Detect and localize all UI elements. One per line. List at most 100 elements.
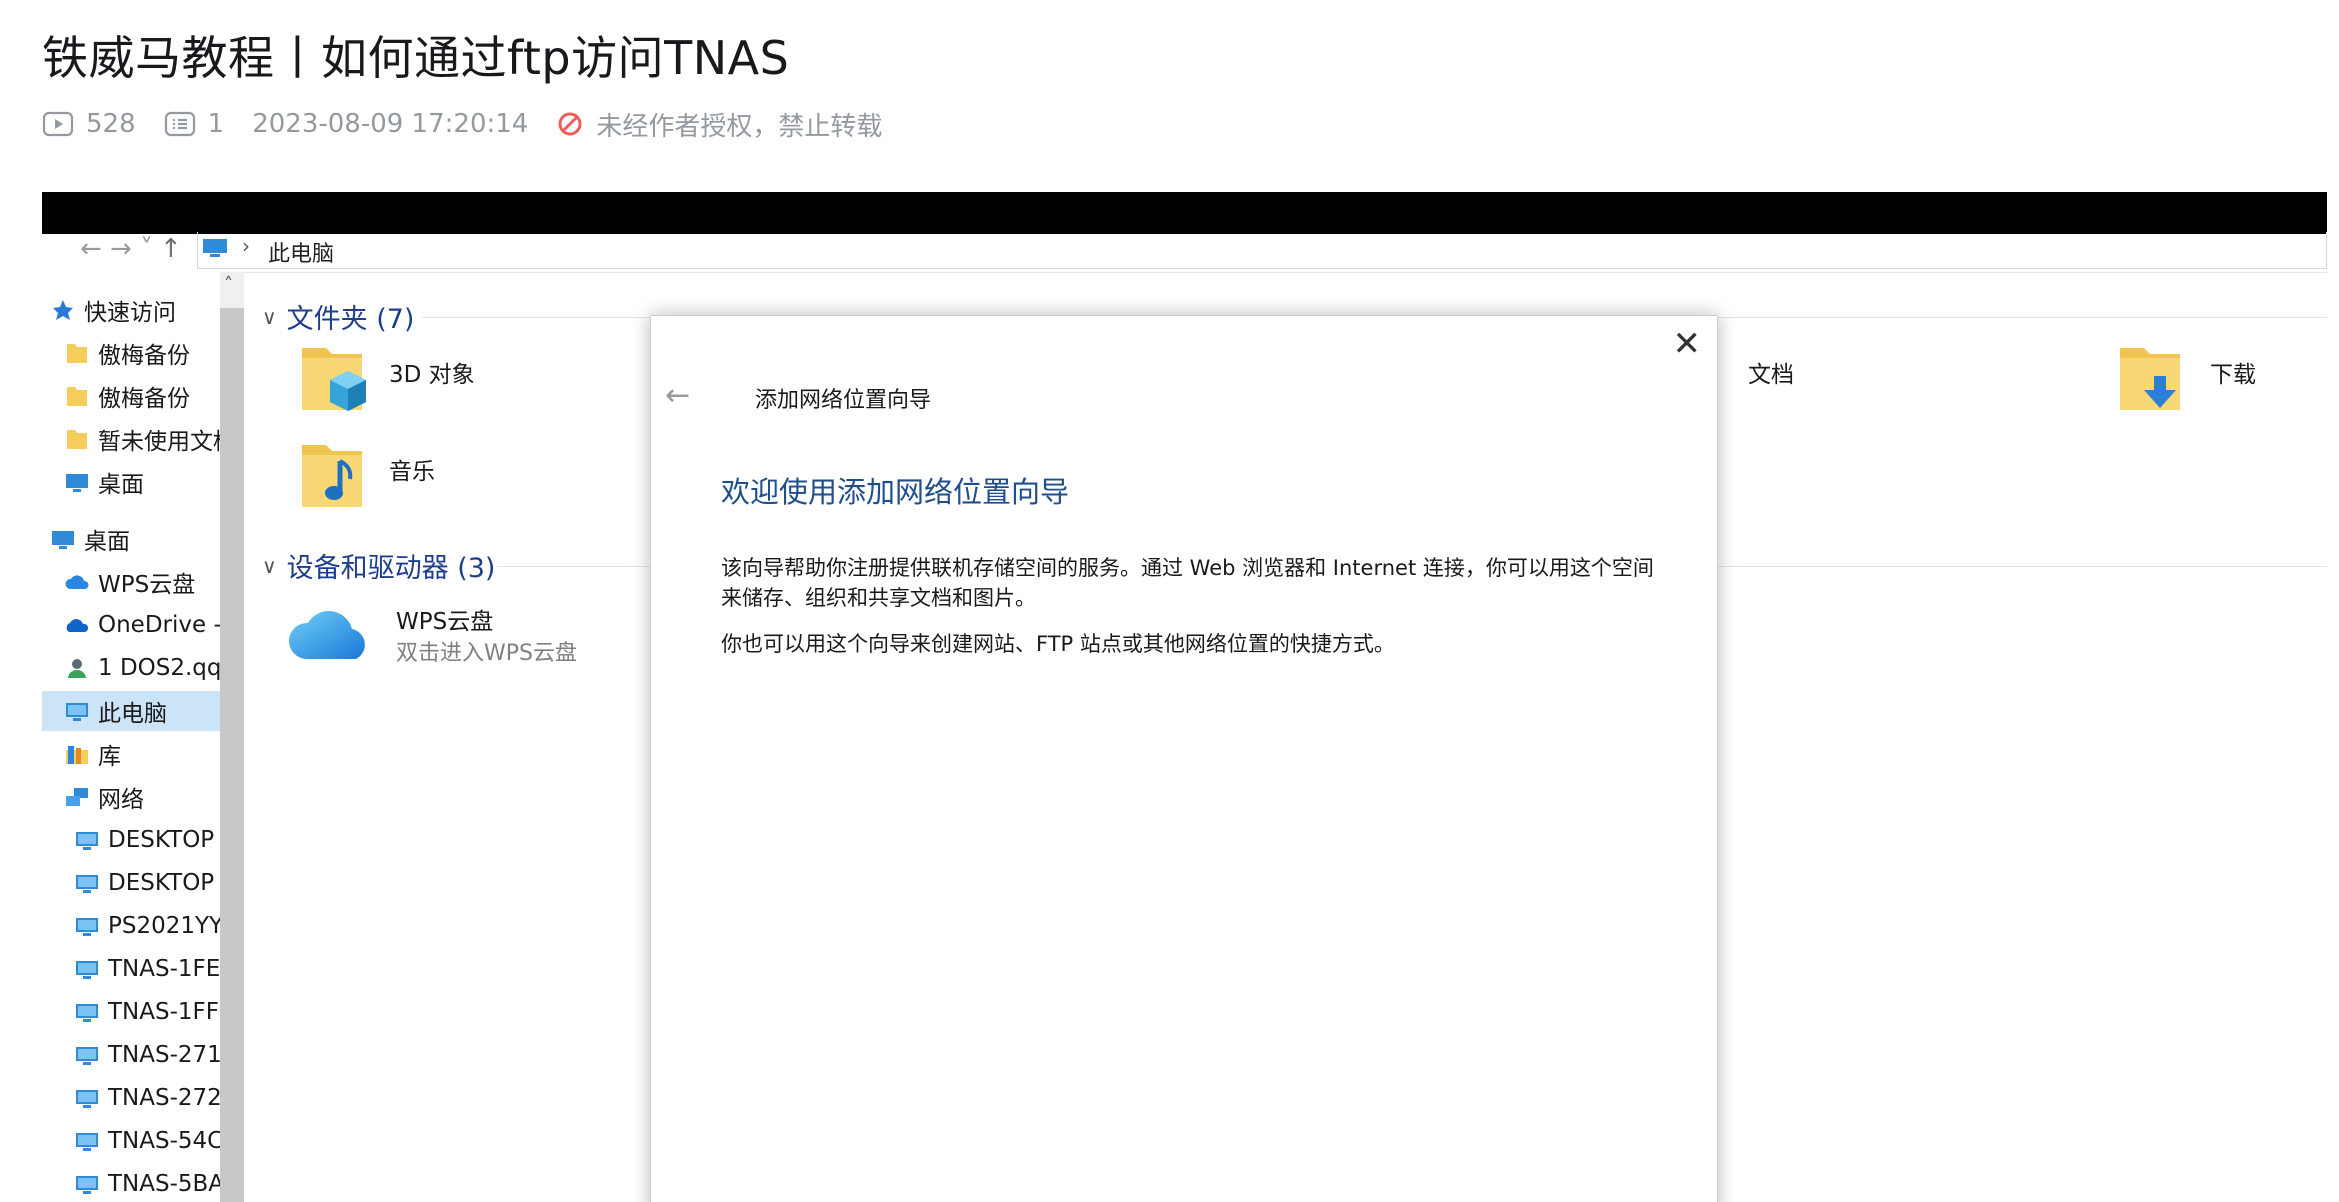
- sidebar-item[interactable]: 快速访问: [42, 290, 228, 330]
- close-icon[interactable]: ✕: [1673, 324, 1702, 364]
- sidebar-item[interactable]: 桌面: [42, 462, 242, 502]
- sidebar-item[interactable]: WPS云盘: [42, 562, 242, 602]
- sidebar-item-label: 网络: [98, 787, 144, 813]
- copyright-notice: 未经作者授权，禁止转载: [556, 106, 882, 143]
- sidebar-item-label: WPS云盘: [98, 572, 196, 598]
- folders-group-header[interactable]: ∨ 文件夹 (7): [262, 297, 414, 336]
- view-count-text: 528: [86, 109, 136, 139]
- music-folder-icon: [302, 445, 362, 507]
- sidebar-item[interactable]: 傲梅备份: [42, 333, 242, 373]
- cloud-icon: [65, 575, 89, 589]
- sidebar-item-label: 桌面: [98, 472, 144, 498]
- sidebar-item-label: 桌面: [84, 529, 130, 555]
- folder-label: 音乐: [389, 459, 435, 485]
- computer-icon: [76, 918, 98, 936]
- sidebar-item-label: 傲梅备份: [98, 386, 190, 412]
- pin-icon: [53, 300, 73, 320]
- sidebar-item[interactable]: 暂未使用文档: [42, 419, 242, 459]
- computer-icon: [66, 703, 88, 721]
- sidebar-item-label: TNAS-1FE: [108, 956, 221, 982]
- drive-label: WPS云盘: [396, 609, 494, 635]
- drives-group-label: 设备和驱动器 (3): [286, 553, 496, 584]
- navigation-scrollbar[interactable]: ˄: [220, 272, 244, 1202]
- sidebar-item-label: TNAS-5BA: [108, 1171, 225, 1197]
- sidebar-item[interactable]: 傲梅备份: [42, 376, 242, 416]
- wizard-note: 你也可以用这个向导来创建网站、FTP 站点或其他网络位置的快捷方式。: [721, 632, 1395, 656]
- play-count-icon: [42, 111, 74, 137]
- sidebar-item-label: 此电脑: [98, 701, 167, 727]
- sidebar-item-label: 快速访问: [84, 300, 176, 326]
- sidebar-item-label: TNAS-272: [108, 1085, 222, 1111]
- folder-label: 下载: [2210, 362, 2256, 388]
- sidebar-item[interactable]: 桌面: [42, 519, 228, 559]
- video-player[interactable]: ← → ˅ ↑ › 此电脑 快速访问 傲梅备份 傲梅备份 暂未使用文档 桌面 桌面 WPS云…: [42, 192, 2327, 1202]
- sidebar-item-label: DESKTOP: [108, 827, 215, 853]
- computer-icon: [76, 1176, 98, 1194]
- library-icon: [66, 746, 88, 764]
- sidebar-item-label: 傲梅备份: [98, 343, 190, 369]
- sidebar-item[interactable]: 1 DOS2.qq: [42, 648, 242, 688]
- view-count: 528: [42, 109, 136, 139]
- wizard-heading: 欢迎使用添加网络位置向导: [721, 475, 1070, 509]
- video-title: 铁威马教程丨如何通过ftp访问TNAS: [42, 31, 790, 85]
- drive-wps-cloud[interactable]: WPS云盘 双击进入WPS云盘: [286, 597, 666, 677]
- chevron-up-icon: ˄: [224, 274, 233, 295]
- computer-icon: [76, 875, 98, 893]
- sidebar-item-label: PS2021YY: [108, 913, 224, 939]
- folder-music[interactable]: 音乐: [296, 437, 576, 517]
- wizard-description: 该向导帮助你注册提供联机存储空间的服务。通过 Web 浏览器和 Internet…: [721, 556, 1654, 610]
- sidebar-item-label: TNAS-1FF: [108, 999, 219, 1025]
- drive-sublabel: 双击进入WPS云盘: [396, 641, 577, 666]
- copyright-text: 未经作者授权，禁止转载: [596, 111, 883, 142]
- add-network-location-wizard: ✕ ← 添加网络位置向导 欢迎使用添加网络位置向导 该向导帮助你注册提供联机存储…: [650, 315, 1718, 1202]
- nav-arrows[interactable]: ← → ˅: [80, 234, 153, 264]
- sidebar-item-label: DESKTOP: [108, 870, 215, 896]
- navigation-pane: 快速访问 傲梅备份 傲梅备份 暂未使用文档 桌面 桌面 WPS云盘 OneDrive - 1 …: [42, 272, 242, 1202]
- video-meta: 528 1 2023-08-09 17:20:14 未经作者授权，禁止转载: [42, 104, 910, 144]
- address-box[interactable]: [197, 232, 2327, 269]
- computer-icon: [76, 1090, 98, 1108]
- computer-icon: [203, 239, 227, 257]
- folders-group-label: 文件夹 (7): [286, 304, 415, 335]
- computer-icon: [76, 832, 98, 850]
- sidebar-item-label: TNAS-271: [108, 1042, 222, 1068]
- sidebar-item-label: 1 DOS2.qq: [98, 655, 222, 681]
- publish-datetime: 2023-08-09 17:20:14: [252, 109, 529, 139]
- back-arrow-icon[interactable]: ←: [665, 378, 690, 413]
- up-arrow-icon[interactable]: ↑: [160, 234, 182, 264]
- computer-icon: [76, 1047, 98, 1065]
- folder-icon: [67, 344, 87, 363]
- 3d-objects-folder-icon: [302, 348, 366, 411]
- breadcrumb-separator: ›: [242, 234, 250, 258]
- desktop-icon: [66, 474, 88, 492]
- folder-icon: [67, 387, 87, 406]
- sidebar-item-label: TNAS-54C: [108, 1128, 224, 1154]
- sidebar-item-label: 库: [98, 744, 121, 770]
- sidebar-item[interactable]: 库: [42, 734, 242, 774]
- chevron-down-icon: ∨: [262, 304, 277, 329]
- folder-label: 3D 对象: [389, 362, 475, 388]
- onedrive-icon: [66, 619, 89, 632]
- drives-group-header[interactable]: ∨ 设备和驱动器 (3): [262, 546, 495, 585]
- wps-cloud-icon: [288, 611, 365, 659]
- danmaku-list-icon: [164, 111, 195, 137]
- scroll-up-button[interactable]: ˄: [220, 272, 244, 308]
- sidebar-item[interactable]: OneDrive -: [42, 605, 242, 645]
- explorer-address-bar: ← → ˅ ↑ › 此电脑: [42, 232, 2327, 273]
- sidebar-item-label: OneDrive -: [98, 612, 222, 638]
- folder-3d-objects[interactable]: 3D 对象: [296, 340, 576, 420]
- user-icon: [68, 659, 86, 678]
- prohibited-icon: [558, 112, 582, 136]
- desktop-icon: [52, 531, 74, 549]
- computer-icon: [76, 1004, 98, 1022]
- sidebar-item[interactable]: 此电脑: [42, 691, 242, 731]
- folder-downloads[interactable]: 下载: [2114, 340, 2314, 420]
- sidebar-item[interactable]: 网络: [42, 777, 242, 817]
- sidebar-item-label: 暂未使用文档: [98, 429, 236, 455]
- wizard-window-title: 添加网络位置向导: [755, 388, 932, 413]
- chevron-down-icon: ∨: [262, 553, 277, 578]
- address-path[interactable]: 此电脑: [268, 236, 334, 268]
- comment-count: 1: [164, 109, 224, 139]
- video-letterbox: [42, 192, 2327, 234]
- computer-icon: [76, 1133, 98, 1151]
